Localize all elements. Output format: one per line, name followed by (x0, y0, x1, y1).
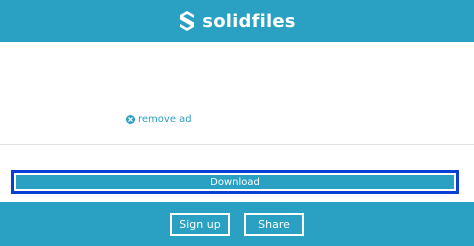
top-bar: solidfiles (0, 0, 474, 42)
download-highlight-frame: Download (11, 170, 459, 194)
sign-up-button[interactable]: Sign up (170, 213, 230, 236)
download-label: Download (210, 176, 260, 188)
solidfiles-logo-icon (180, 11, 195, 31)
close-circle-icon (126, 115, 135, 124)
ad-area: remove ad (0, 42, 474, 143)
brand[interactable]: solidfiles (178, 10, 296, 32)
brand-name: solidfiles (202, 10, 296, 32)
download-button[interactable]: Download (16, 175, 454, 189)
bottom-bar: Sign up Share (0, 202, 474, 246)
remove-ad-label: remove ad (138, 114, 192, 125)
page: solidfiles remove ad Download Sign up Sh… (0, 0, 474, 246)
remove-ad-link[interactable]: remove ad (126, 114, 192, 125)
share-button[interactable]: Share (244, 213, 304, 236)
